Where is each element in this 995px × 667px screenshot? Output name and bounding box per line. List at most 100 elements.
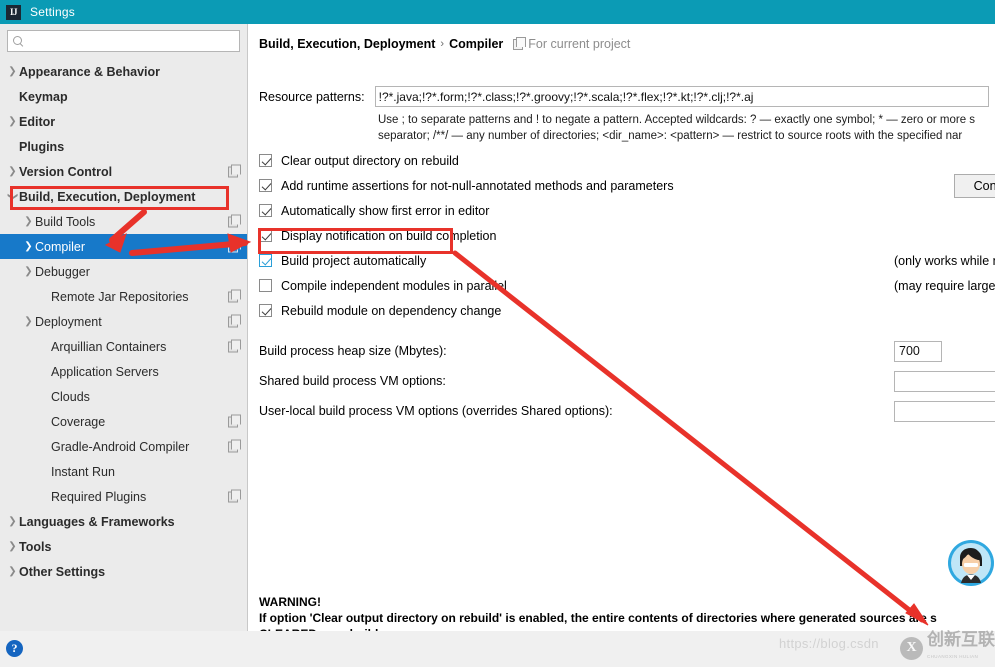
sidebar-item-application-servers[interactable]: ❯Application Servers: [0, 359, 247, 384]
compiler-options-list: Clear output directory on rebuild Add run…: [259, 148, 995, 323]
sidebar-item-label: Keymap: [19, 89, 68, 104]
warning-block: WARNING! If option 'Clear output directo…: [259, 594, 937, 631]
sidebar-item-label: Deployment: [35, 314, 102, 329]
avatar: [948, 540, 994, 586]
copy-settings-icon[interactable]: [228, 439, 241, 452]
compiler-settings-panel: Build, Execution, Deployment › Compiler …: [249, 24, 995, 631]
sidebar-item-label: Gradle-Android Compiler: [51, 439, 190, 454]
sidebar-item-tools[interactable]: ❯ Tools: [0, 534, 247, 559]
breadcrumb-parent[interactable]: Build, Execution, Deployment: [259, 37, 435, 51]
resource-patterns-hint: Use ; to separate patterns and ! to nega…: [378, 112, 995, 144]
chevron-right-icon[interactable]: ❯: [6, 116, 19, 127]
copy-settings-icon[interactable]: [228, 339, 241, 352]
sidebar-item-other-settings[interactable]: ❯ Other Settings: [0, 559, 247, 584]
checkbox-display-notification-on-build-completion[interactable]: [259, 229, 272, 242]
sidebar-item-editor[interactable]: ❯ Editor: [0, 109, 247, 134]
chevron-right-icon[interactable]: ❯: [6, 516, 19, 527]
checkbox-label: Clear output directory on rebuild: [281, 153, 459, 168]
checkbox-label: Automatically show first error in editor: [281, 203, 490, 218]
field-input-userlocal[interactable]: [894, 400, 995, 422]
breadcrumb-separator: ›: [440, 38, 445, 50]
breadcrumb: Build, Execution, Deployment › Compiler …: [259, 37, 630, 51]
checkbox-row-clear-output-directory-on-rebuild[interactable]: Clear output directory on rebuild: [259, 148, 995, 173]
copy-settings-icon[interactable]: [228, 214, 241, 227]
resource-patterns-hint-line2: separator; /**/ — any number of director…: [378, 130, 963, 142]
project-scope-text: For current project: [528, 37, 631, 51]
sidebar-item-arquillian-containers[interactable]: ❯Arquillian Containers: [0, 334, 247, 359]
chevron-right-icon[interactable]: ❯: [22, 316, 35, 327]
checkbox-compile-independent-modules-in-parallel[interactable]: [259, 279, 272, 292]
checkbox-label: Rebuild module on dependency change: [281, 303, 502, 318]
checkbox-row-rebuild-module-on-dependency-change[interactable]: Rebuild module on dependency change: [259, 298, 995, 323]
chevron-right-icon[interactable]: ❯: [22, 266, 35, 277]
project-scope-label: For current project: [513, 37, 630, 51]
chevron-right-icon[interactable]: ❯: [6, 66, 19, 77]
copy-settings-icon[interactable]: [228, 314, 241, 327]
sidebar-item-label: Arquillian Containers: [51, 339, 167, 354]
field-input-shared[interactable]: [894, 370, 995, 392]
chevron-right-icon[interactable]: ❯: [6, 166, 19, 177]
field-row-heap: Build process heap size (Mbytes):: [259, 336, 995, 366]
sidebar-item-label: Appearance & Behavior: [19, 64, 161, 79]
sidebar-item-label: Build, Execution, Deployment: [19, 189, 196, 204]
build-process-fields: Build process heap size (Mbytes): Shared …: [259, 336, 995, 426]
configure-annotations-button[interactable]: Configure annotations...: [954, 174, 995, 198]
sidebar-item-languages-frameworks[interactable]: ❯ Languages & Frameworks: [0, 509, 247, 534]
sidebar-item-label: Languages & Frameworks: [19, 514, 175, 529]
checkbox-row-automatically-show-first-error-in-editor[interactable]: Automatically show first error in editor: [259, 198, 995, 223]
sidebar-item-label: Coverage: [51, 414, 106, 429]
resource-patterns-label: Resource patterns:: [259, 89, 365, 104]
sidebar-item-label: Compiler: [35, 239, 86, 254]
sidebar-item-appearance-behavior[interactable]: ❯ Appearance & Behavior: [0, 59, 247, 84]
checkbox-rebuild-module-on-dependency-change[interactable]: [259, 304, 272, 317]
sidebar-item-version-control[interactable]: ❯ Version Control: [0, 159, 247, 184]
sidebar-item-instant-run[interactable]: ❯Instant Run: [0, 459, 247, 484]
sidebar-item-required-plugins[interactable]: ❯Required Plugins: [0, 484, 247, 509]
settings-tree: ❯Appearance & Behavior❯Keymap❯Editor❯Plu…: [0, 59, 247, 584]
copy-settings-icon[interactable]: [228, 414, 241, 427]
search-input[interactable]: [24, 32, 239, 50]
sidebar-item-plugins[interactable]: ❯Plugins: [0, 134, 247, 159]
copy-settings-icon[interactable]: [228, 489, 241, 502]
field-input-heap[interactable]: [894, 340, 942, 362]
checkbox-add-runtime-assertions-for-not-null-annotated-methods-and-parameters[interactable]: [259, 179, 272, 192]
checkbox-build-project-automatically[interactable]: [259, 254, 272, 267]
checkbox-automatically-show-first-error-in-editor[interactable]: [259, 204, 272, 217]
sidebar-item-remote-jar-repositories[interactable]: ❯Remote Jar Repositories: [0, 284, 247, 309]
watermark-mark-icon: X: [900, 636, 923, 660]
checkbox-label: Build project automatically: [281, 253, 427, 268]
sidebar-item-label: Tools: [19, 539, 52, 554]
sidebar-item-keymap[interactable]: ❯Keymap: [0, 84, 247, 109]
sidebar-item-compiler[interactable]: ❯ Compiler: [0, 234, 247, 259]
resource-patterns-input[interactable]: [374, 86, 989, 107]
search-icon: [13, 35, 24, 47]
chevron-right-icon[interactable]: ❯: [22, 241, 35, 252]
checkbox-row-add-runtime-assertions-for-not-null-annotated-methods-and-parameters[interactable]: Add runtime assertions for not-null-anno…: [259, 173, 995, 198]
sidebar-item-deployment[interactable]: ❯ Deployment: [0, 309, 247, 334]
copy-settings-icon[interactable]: [228, 164, 241, 177]
sidebar-item-build-tools[interactable]: ❯ Build Tools: [0, 209, 247, 234]
checkbox-clear-output-directory-on-rebuild[interactable]: [259, 154, 272, 167]
sidebar-item-coverage[interactable]: ❯Coverage: [0, 409, 247, 434]
intellij-idea-icon: IJ: [6, 4, 21, 20]
chevron-right-icon[interactable]: ❯: [6, 566, 19, 577]
field-row-userlocal: User-local build process VM options (ove…: [259, 396, 995, 426]
sidebar-item-build-execution-deployment[interactable]: ❯ Build, Execution, Deployment: [0, 184, 247, 209]
copy-settings-icon[interactable]: [228, 239, 241, 252]
checkbox-row-display-notification-on-build-completion[interactable]: Display notification on build completion: [259, 223, 995, 248]
watermark-brand: 创新互联 CHUANGXIN HULIAN: [927, 631, 995, 665]
settings-sidebar: ❯Appearance & Behavior❯Keymap❯Editor❯Plu…: [0, 24, 248, 631]
help-icon[interactable]: ?: [6, 640, 23, 657]
copy-settings-icon[interactable]: [228, 289, 241, 302]
sidebar-item-label: Clouds: [51, 389, 90, 404]
chevron-down-icon[interactable]: ❯: [7, 190, 18, 203]
settings-dialog: IJ Settings ❯Appearance & Behavior❯Keyma…: [0, 0, 995, 667]
sidebar-item-debugger[interactable]: ❯ Debugger: [0, 259, 247, 284]
chevron-right-icon[interactable]: ❯: [6, 541, 19, 552]
chevron-right-icon[interactable]: ❯: [22, 216, 35, 227]
sidebar-item-clouds[interactable]: ❯Clouds: [0, 384, 247, 409]
sidebar-item-gradle-android-compiler[interactable]: ❯Gradle-Android Compiler: [0, 434, 247, 459]
checkbox-row-compile-independent-modules-in-parallel[interactable]: Compile independent modules in parallel (…: [259, 273, 995, 298]
checkbox-row-build-project-automatically[interactable]: Build project automatically (only works w…: [259, 248, 995, 273]
search-box[interactable]: [7, 30, 240, 52]
